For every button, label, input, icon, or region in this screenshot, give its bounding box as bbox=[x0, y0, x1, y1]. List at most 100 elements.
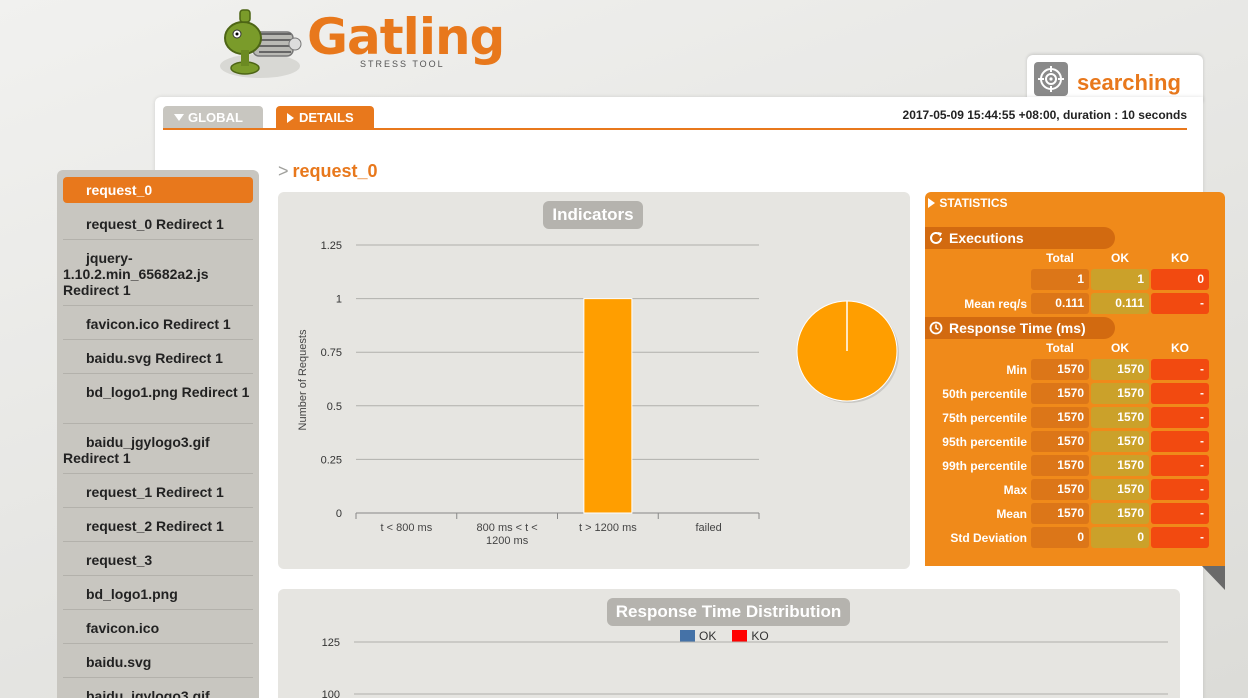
stat-cell-ko: - bbox=[1151, 455, 1209, 476]
stat-cell-total: 1570 bbox=[1031, 455, 1089, 476]
sidebar-item-label: request_0 Redirect 1 bbox=[86, 216, 224, 232]
y-tick-label: 0.25 bbox=[321, 454, 342, 466]
stat-cell-ok: 1570 bbox=[1091, 503, 1149, 524]
distribution-chart: 100 125 bbox=[322, 637, 1168, 698]
stat-cell-total: 1570 bbox=[1031, 503, 1089, 524]
sidebar-item-label: bd_logo1.png bbox=[86, 586, 178, 602]
sidebar-item-label: baidu.svg Redirect 1 bbox=[86, 350, 223, 366]
stat-cell-total: 1570 bbox=[1031, 407, 1089, 428]
stat-cell-ok: 0.111 bbox=[1091, 293, 1149, 314]
sidebar-item-baidu-jgylogo3-redirect-1[interactable]: baidu_jgylogo3.gif Redirect 1 bbox=[63, 424, 253, 474]
logo-text: Gatling bbox=[307, 8, 505, 66]
stat-cell-ok: 1570 bbox=[1091, 383, 1149, 404]
stat-cell-total: 1570 bbox=[1031, 359, 1089, 380]
indicators-bar-chart: 0 0.25 0.5 0.75 1 1.25 Number of Requests t < 8… bbox=[297, 240, 760, 547]
stat-row-label: Mean req/s bbox=[964, 297, 1027, 311]
tab-details[interactable]: DETAILS bbox=[276, 106, 374, 129]
stat-cell-ko: - bbox=[1151, 359, 1209, 380]
stat-cell-ko: 0 bbox=[1151, 269, 1209, 290]
target-icon bbox=[1034, 62, 1068, 96]
executions-title: Executions bbox=[949, 230, 1024, 246]
col-ok: OK bbox=[1111, 341, 1129, 355]
breadcrumb-arrow-icon: > bbox=[278, 161, 289, 181]
y-tick-label: 0 bbox=[336, 508, 342, 520]
tab-details-label: DETAILS bbox=[299, 110, 354, 125]
sidebar-item-label: favicon.ico bbox=[86, 620, 160, 636]
x-tick-label: 1200 ms bbox=[486, 535, 529, 547]
x-tick-label: t < 800 ms bbox=[381, 522, 433, 534]
stat-cell-ok: 1570 bbox=[1091, 479, 1149, 500]
triangle-right-icon bbox=[287, 112, 294, 123]
stat-cell-total: 0.111 bbox=[1031, 293, 1089, 314]
simulation-name: searching bbox=[1077, 70, 1181, 95]
response-time-section: Response Time (ms) bbox=[925, 317, 1115, 339]
y-tick-label: 1 bbox=[336, 294, 342, 306]
stat-cell-ko: - bbox=[1151, 431, 1209, 452]
sidebar-item-label: request_0 bbox=[86, 182, 153, 198]
stat-cell-total: 1570 bbox=[1031, 383, 1089, 404]
x-tick-label: 800 ms < t < bbox=[477, 522, 538, 534]
stat-cell-ko: - bbox=[1151, 479, 1209, 500]
sidebar-item-baidu-svg-redirect-1[interactable]: baidu.svg Redirect 1 bbox=[63, 340, 253, 374]
col-ko: KO bbox=[1171, 251, 1189, 265]
sidebar-item-label: bd_logo1.png Redirect 1 bbox=[86, 384, 250, 400]
gatling-logo: Gatling STRESS TOOL bbox=[215, 4, 505, 84]
sidebar-item-label: request_3 bbox=[86, 552, 153, 568]
stat-row-label: Min bbox=[1006, 363, 1027, 377]
triangle-down-icon bbox=[174, 113, 184, 121]
statistics-panel: STATISTICS Executions Total OK KO 1 1 0 Mea… bbox=[925, 192, 1225, 566]
triangle-right-icon bbox=[928, 198, 935, 208]
sidebar-item-request-0[interactable]: request_0 bbox=[63, 177, 253, 203]
stat-row-label: 75th percentile bbox=[942, 411, 1027, 425]
x-tick-label: failed bbox=[695, 522, 721, 534]
stat-row-label: Std Deviation bbox=[950, 531, 1027, 545]
statistics-header[interactable]: STATISTICS bbox=[928, 196, 1008, 210]
sidebar-item-baidu-jgylogo3[interactable]: baidu_jgylogo3.gif bbox=[63, 678, 253, 698]
stat-cell-ko: - bbox=[1151, 407, 1209, 428]
sidebar-item-label: request_1 Redirect 1 bbox=[86, 484, 224, 500]
sidebar-item-baidu-svg[interactable]: baidu.svg bbox=[63, 644, 253, 678]
stat-cell-total: 1 bbox=[1031, 269, 1089, 290]
col-ok: OK bbox=[1111, 251, 1129, 265]
tab-global-label: GLOBAL bbox=[188, 110, 243, 125]
stat-row-label: 99th percentile bbox=[942, 459, 1027, 473]
sidebar-item-bd-logo1-redirect-1[interactable]: bd_logo1.png Redirect 1 bbox=[63, 374, 253, 424]
sidebar-item-label: request_2 Redirect 1 bbox=[86, 518, 224, 534]
stat-row-label: 50th percentile bbox=[942, 387, 1027, 401]
stat-row-label: 95th percentile bbox=[942, 435, 1027, 449]
sidebar-item-request-1-redirect-1[interactable]: request_1 Redirect 1 bbox=[63, 474, 253, 508]
tab-divider bbox=[163, 128, 1187, 130]
col-ko: KO bbox=[1171, 341, 1189, 355]
stat-cell-ko: - bbox=[1151, 293, 1209, 314]
stat-cell-ko: - bbox=[1151, 527, 1209, 548]
request-title-text: request_0 bbox=[292, 161, 378, 181]
sidebar-item-request-0-redirect-1[interactable]: request_0 Redirect 1 bbox=[63, 206, 253, 240]
refresh-icon bbox=[930, 231, 942, 244]
stat-cell-ok: 1 bbox=[1091, 269, 1149, 290]
sidebar-item-request-3[interactable]: request_3 bbox=[63, 542, 253, 576]
clock-icon bbox=[929, 321, 943, 335]
stat-cell-ok: 1570 bbox=[1091, 407, 1149, 428]
indicators-pie-chart bbox=[796, 300, 899, 403]
stat-cell-ok: 0 bbox=[1091, 527, 1149, 548]
stat-cell-ok: 1570 bbox=[1091, 455, 1149, 476]
stat-cell-total: 1570 bbox=[1031, 431, 1089, 452]
y-axis-label: Number of Requests bbox=[297, 329, 309, 430]
statistics-fold-corner bbox=[1202, 566, 1225, 590]
col-total: Total bbox=[1046, 341, 1074, 355]
y-tick-label: 100 bbox=[322, 689, 340, 698]
sidebar-item-favicon-redirect-1[interactable]: favicon.ico Redirect 1 bbox=[63, 306, 253, 340]
sidebar-item-request-2-redirect-1[interactable]: request_2 Redirect 1 bbox=[63, 508, 253, 542]
tab-global[interactable]: GLOBAL bbox=[163, 106, 263, 129]
statistics-title: STATISTICS bbox=[939, 196, 1008, 210]
col-total: Total bbox=[1046, 251, 1074, 265]
simulation-tab: searching bbox=[1027, 55, 1203, 103]
sidebar-item-jquery-redirect-1[interactable]: jquery-1.10.2.min_65682a2.js Redirect 1 bbox=[63, 240, 253, 306]
y-tick-label: 125 bbox=[322, 637, 340, 649]
sidebar-item-bd-logo1[interactable]: bd_logo1.png bbox=[63, 576, 253, 610]
y-tick-label: 0.5 bbox=[327, 401, 342, 413]
stat-cell-ko: - bbox=[1151, 383, 1209, 404]
sidebar-item-label: favicon.ico Redirect 1 bbox=[86, 316, 231, 332]
sidebar-item-favicon[interactable]: favicon.ico bbox=[63, 610, 253, 644]
sidebar-item-label: baidu.svg bbox=[86, 654, 152, 670]
